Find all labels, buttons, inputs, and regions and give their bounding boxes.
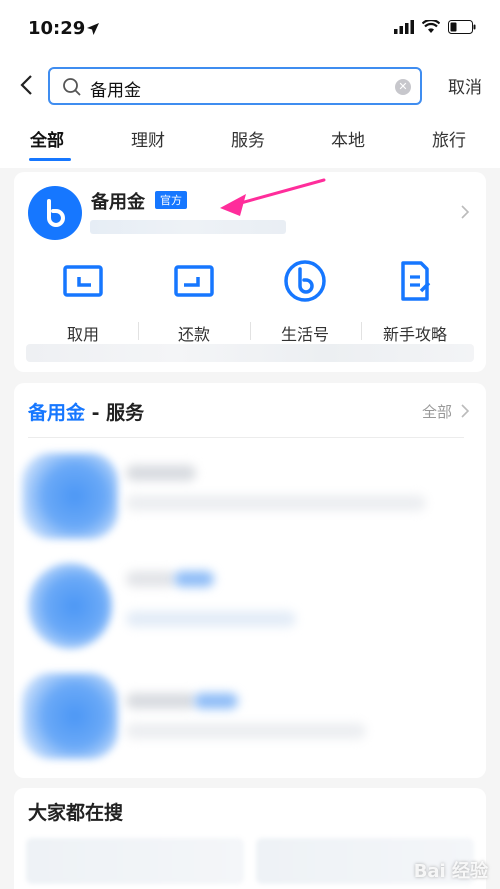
chevron-right-icon [461,404,470,418]
annotation-arrow-icon [220,178,326,216]
divider [250,322,251,340]
tab-local[interactable]: 本地 [331,126,365,151]
search-input[interactable]: 备用金 ✕ [48,67,422,105]
services-card: 备用金 - 服务 全部 [14,383,486,778]
shortcut-guide[interactable]: 新手攻略 [365,257,465,345]
shortcut-label: 生活号 [280,325,329,344]
blurred-service-icon [22,673,118,759]
blurred-service-icon [28,563,112,649]
life-account-icon [284,260,326,302]
services-title: 备用金 - 服务 [28,398,144,425]
chevron-left-icon [20,75,32,95]
tab-all[interactable]: 全部 [30,126,64,151]
search-bar: 备用金 ✕ 取消 [0,58,500,113]
hot-search-chip[interactable] [26,838,244,884]
category-tabs: 全部 理财 服务 本地 旅行 [0,113,500,168]
guide-icon [401,261,431,301]
status-time: 10:29 [28,18,86,39]
search-query: 备用金 [90,81,141,101]
location-arrow-icon [87,23,99,35]
repay-icon [174,265,214,297]
watermark: Bai 经验 [413,861,488,882]
services-all-link[interactable]: 全部 [422,401,452,422]
shortcut-label: 取用 [66,325,99,344]
back-button[interactable] [14,70,38,100]
blurred-text [126,611,296,627]
divider [28,437,464,438]
blurred-description [90,220,286,234]
blurred-text [126,723,366,739]
divider [361,322,362,340]
blurred-text [126,693,196,709]
service-list-item[interactable] [14,553,486,663]
shortcut-repay[interactable]: 还款 [144,257,244,345]
signal-icon [394,20,414,34]
shortcut-life-account[interactable]: 生活号 [255,257,355,345]
blurred-text [174,571,214,587]
blurred-text [126,495,426,511]
blurred-footer [26,344,474,362]
shortcut-label: 新手攻略 [382,325,447,344]
account-name: 备用金 [91,192,145,213]
shortcut-withdraw[interactable]: 取用 [33,257,133,345]
blurred-service-icon [22,453,118,539]
service-list-item[interactable] [14,663,486,773]
tab-travel[interactable]: 旅行 [432,126,466,151]
blurred-text [126,571,176,587]
tab-services[interactable]: 服务 [231,126,265,151]
status-bar: 10:29 [0,0,500,58]
services-title-rest: - 服务 [85,402,145,424]
active-tab-indicator [29,158,71,161]
search-icon [63,78,81,96]
divider [138,322,139,340]
battery-icon [448,20,476,34]
services-title-highlight: 备用金 [28,402,86,424]
cancel-button[interactable]: 取消 [448,73,482,98]
blurred-text [126,465,196,481]
beiyongjin-logo-icon [28,186,82,240]
wifi-icon [422,20,440,33]
shortcut-label: 还款 [177,325,210,344]
official-badge: 官方 [155,191,187,209]
blurred-text [194,693,238,709]
chevron-right-icon [461,205,470,219]
withdraw-icon [63,265,103,297]
clear-icon[interactable]: ✕ [395,79,411,95]
hot-search-title: 大家都在搜 [28,802,124,824]
service-list-item[interactable] [14,443,486,553]
tab-finance[interactable]: 理财 [131,126,165,151]
